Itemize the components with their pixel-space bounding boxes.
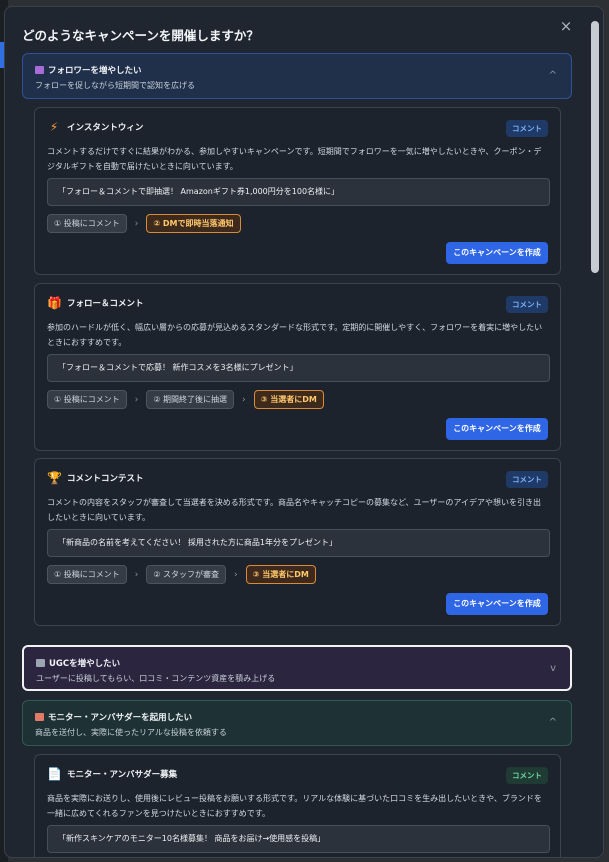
section-monitor[interactable]: モニター・アンバサダーを起用したい 商品を送付し、実際に使ったリアルな投稿を依頼… [22, 700, 572, 746]
section-follow[interactable]: フォロワーを増やしたい フォローを促しながら短期間で認知を広げる ^ [22, 53, 572, 99]
chevron-right-icon: › [134, 218, 139, 229]
campaign-card-follow-comment: 🎁 フォロー＆コメント コメント 参加のハードルが低く、幅広い層からの応募が見込… [34, 283, 561, 451]
comment-badge: コメント [506, 120, 548, 137]
modal-scroll-area[interactable]: フォロワーを増やしたい フォローを促しながら短期間で認知を広げる ^ ⚡ インス… [5, 51, 589, 857]
comment-badge: コメント [506, 296, 548, 313]
campaign-type-modal: どのようなキャンペーンを開催しますか？ × フォロワーを増やしたい フォローを促… [4, 6, 604, 858]
card-title: インスタントウィン [67, 123, 144, 133]
chevron-up-icon[interactable]: ^ [549, 70, 557, 81]
section-monitor-desc: 商品を送付し、実際に使ったリアルな投稿を依頼する [35, 728, 227, 737]
step-2: ② DMで即時当落通知 [146, 214, 241, 233]
example-text: 「フォロー＆コメントで応募！ 新作コスメを3名様にプレゼント」 [47, 354, 550, 382]
step-1: ① 投稿にコメント [47, 214, 127, 233]
campaign-card-monitor-ambassador: 📄 モニター・アンバサダー募集 コメント 商品を実際にお送りし、使用後にレビュー… [34, 754, 561, 857]
chevron-up-icon[interactable]: ^ [549, 717, 557, 728]
example-text: 「新作スキンケアのモニター10名様募集！ 商品をお届け→使用感を投稿」 [47, 825, 550, 853]
section-monitor-title: モニター・アンバサダーを起用したい [48, 713, 193, 723]
card-description: コメントの内容をスタッフが審査して当選者を決める形式です。商品名やキャッチコピー… [47, 498, 541, 522]
close-icon[interactable]: × [557, 17, 575, 35]
step-1: ① 投稿にコメント [47, 565, 127, 584]
section-ugc-title: UGCを増やしたい [49, 659, 121, 669]
steps-flow: ① 投稿にコメント › ② 期間終了後に抽選 › ③ 当選者にDM [47, 390, 324, 409]
card-description: 商品を実際にお送りし、使用後にレビュー投稿をお願いする形式です。リアルな体験に基… [47, 794, 542, 818]
step-3: ③ 当選者にDM [253, 390, 324, 409]
people-icon [35, 66, 44, 74]
campaign-card-instant-win: ⚡ インスタントウィン コメント コメントするだけですぐに結果がわかる、参加しや… [34, 107, 561, 275]
steps-flow: ① 投稿にコメント › ② DMで即時当落通知 [47, 214, 241, 233]
create-campaign-button[interactable]: このキャンペーンを作成 [446, 242, 548, 264]
step-1: ① 投稿にコメント [47, 390, 127, 409]
create-campaign-button[interactable]: このキャンペーンを作成 [446, 418, 548, 440]
section-follow-title: フォロワーを増やしたい [48, 66, 142, 76]
gift-icon: 🎁 [47, 296, 62, 310]
chevron-right-icon: › [134, 394, 139, 405]
example-text: 「新商品の名前を考えてください！ 採用された方に商品1年分をプレゼント」 [47, 529, 550, 557]
comment-badge: コメント [506, 471, 548, 488]
step-2: ② スタッフが審査 [146, 565, 227, 584]
comment-badge: コメント [506, 767, 548, 784]
card-title: モニター・アンバサダー募集 [67, 770, 178, 780]
chevron-down-icon[interactable]: v [550, 663, 556, 674]
step-2: ② 期間終了後に抽選 [146, 390, 235, 409]
trophy-icon: 🏆 [47, 471, 62, 485]
section-ugc[interactable]: UGCを増やしたい ユーザーに投稿してもらい、口コミ・コンテンツ資産を積み上げる… [22, 645, 572, 691]
chevron-right-icon: › [242, 394, 246, 405]
campaign-card-comment-contest: 🏆 コメントコンテスト コメント コメントの内容をスタッフが審査して当選者を決め… [34, 458, 561, 626]
document-icon [35, 713, 44, 721]
chevron-right-icon: › [134, 569, 139, 580]
steps-flow: ① 投稿にコメント › ② スタッフが審査 › ③ 当選者にDM [47, 565, 316, 584]
scrollbar[interactable] [591, 21, 599, 853]
card-title: コメントコンテスト [67, 474, 144, 484]
card-description: 参加のハードルが低く、幅広い層からの応募が見込めるスタンダードな形式です。定期的… [47, 323, 543, 347]
modal-title: どのようなキャンペーンを開催しますか？ [22, 28, 259, 43]
camera-icon [36, 659, 45, 667]
card-title: フォロー＆コメント [67, 299, 144, 309]
section-follow-desc: フォローを促しながら短期間で認知を広げる [35, 81, 195, 90]
create-campaign-button[interactable]: このキャンペーンを作成 [446, 593, 548, 615]
card-description: コメントするだけですぐに結果がわかる、参加しやすいキャンペーンです。短期間でフォ… [47, 147, 542, 171]
document-icon: 📄 [47, 767, 62, 781]
step-3: ③ 当選者にDM [245, 565, 316, 584]
example-text: 「フォロー＆コメントで即抽選！ Amazonギフト券1,000円分を100名様に… [47, 178, 550, 206]
lightning-icon: ⚡ [49, 120, 59, 134]
chevron-right-icon: › [234, 569, 238, 580]
section-ugc-desc: ユーザーに投稿してもらい、口コミ・コンテンツ資産を積み上げる [36, 674, 276, 683]
scrollbar-thumb[interactable] [591, 21, 599, 273]
